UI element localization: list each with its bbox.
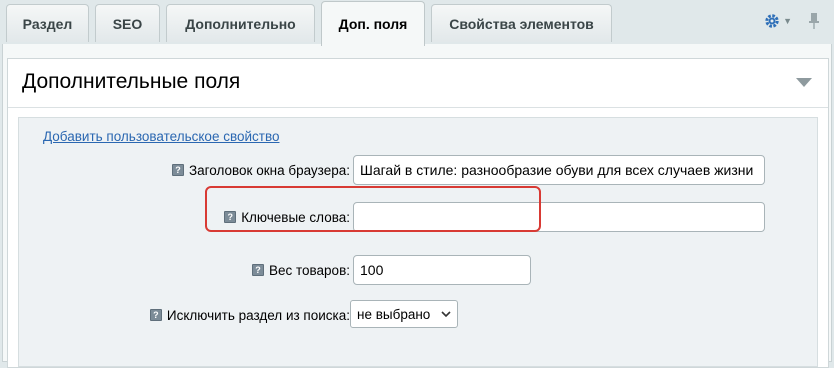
tab-seo[interactable]: SEO	[95, 4, 160, 42]
tab-bar: Раздел SEO Дополнительно Доп. поля Свойс…	[0, 0, 834, 46]
select-value: не выбрано	[357, 306, 431, 322]
fields-area: Добавить пользовательское свойство ? Заг…	[18, 117, 818, 367]
gear-icon	[765, 14, 779, 28]
tab-content-panel: Дополнительные поля Добавить пользовател…	[2, 44, 832, 368]
tab-additional[interactable]: Дополнительно	[166, 4, 315, 42]
weight-input[interactable]	[353, 255, 531, 285]
tab-element-properties[interactable]: Свойства элементов	[431, 4, 612, 42]
field-label: ? Исключить раздел из поиска:	[149, 300, 350, 330]
chevron-down-icon: ▼	[783, 16, 792, 26]
add-custom-property-link[interactable]: Добавить пользовательское свойство	[43, 129, 279, 144]
toolbar-tools: ▼	[764, 12, 820, 30]
tab-extra-fields[interactable]: Доп. поля	[321, 1, 425, 46]
field-label: ? Ключевые слова:	[224, 202, 350, 232]
field-row-browser-title: ? Заголовок окна браузера:	[19, 155, 819, 185]
browser-title-input[interactable]	[353, 155, 765, 185]
help-icon[interactable]: ?	[149, 309, 162, 321]
keywords-label: Ключевые слова:	[241, 209, 350, 225]
keywords-input[interactable]	[353, 202, 765, 232]
chevron-down-icon	[441, 310, 451, 317]
field-row-keywords: ? Ключевые слова:	[19, 202, 819, 232]
weight-label: Вес товаров:	[268, 262, 350, 278]
section-title: Дополнительные поля	[22, 70, 241, 93]
field-row-exclude-search: ? Исключить раздел из поиска: не выбрано	[19, 300, 819, 330]
help-icon[interactable]: ?	[171, 164, 184, 176]
help-icon[interactable]: ?	[224, 211, 237, 223]
collapse-arrow-icon[interactable]	[796, 78, 812, 87]
field-row-weight: ? Вес товаров:	[19, 255, 819, 285]
browser-title-label: Заголовок окна браузера:	[188, 162, 350, 178]
field-label: ? Заголовок окна браузера:	[171, 155, 350, 185]
help-icon[interactable]: ?	[251, 264, 264, 276]
exclude-search-label: Исключить раздел из поиска:	[166, 307, 350, 323]
pin-icon[interactable]	[808, 12, 820, 30]
field-label: ? Вес товаров:	[251, 255, 350, 285]
extra-fields-card: Дополнительные поля Добавить пользовател…	[7, 58, 829, 368]
exclude-search-select[interactable]: не выбрано	[350, 300, 458, 328]
settings-button[interactable]: ▼	[764, 13, 792, 29]
card-header: Дополнительные поля	[8, 59, 828, 108]
tab-section[interactable]: Раздел	[6, 4, 89, 42]
